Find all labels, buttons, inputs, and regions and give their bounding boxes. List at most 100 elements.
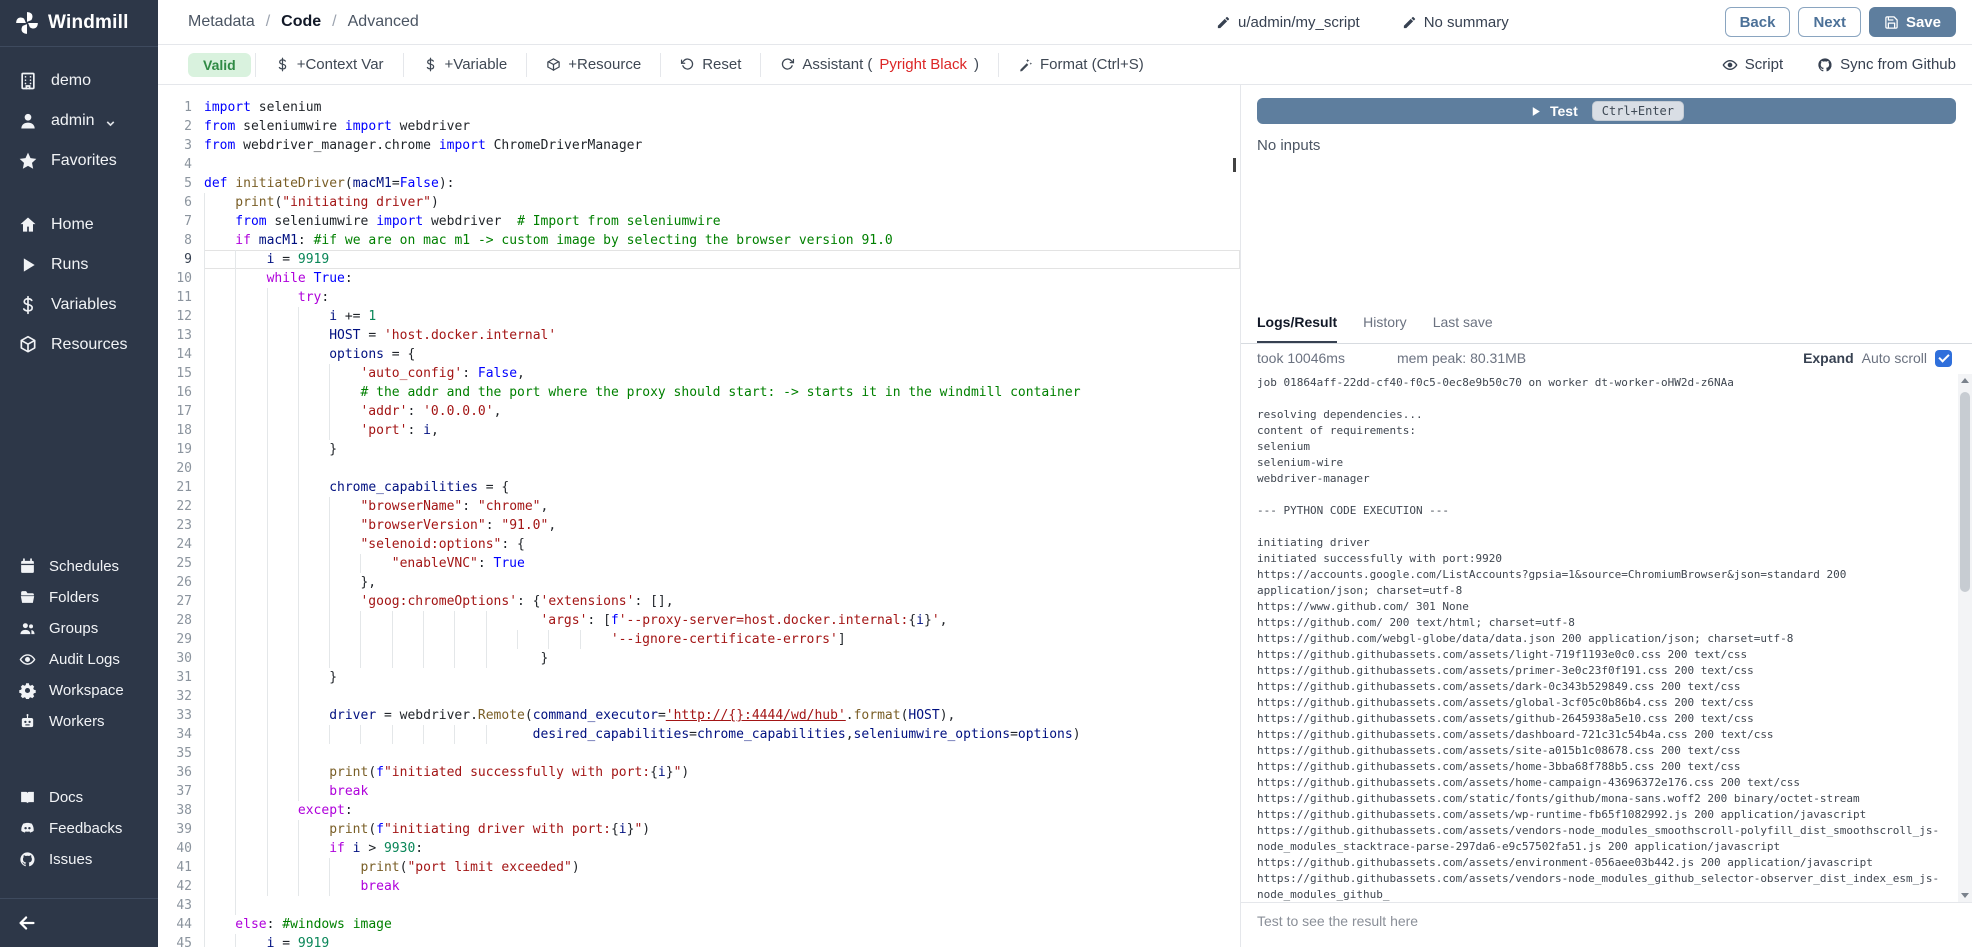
code-line[interactable]: 24"selenoid:options": { <box>158 535 1240 554</box>
code-line[interactable]: 5def initiateDriver(macM1=False): <box>158 174 1240 193</box>
code-line[interactable]: 22"browserName": "chrome", <box>158 497 1240 516</box>
log-line: https://github.githubassets.com/assets/h… <box>1257 775 1950 791</box>
sidebar-item-workspace[interactable]: Workspace <box>0 675 158 706</box>
toolbar-format-ctrl-s[interactable]: Format (Ctrl+S) <box>998 53 1163 77</box>
folder-icon <box>19 589 36 606</box>
code-line[interactable]: 44else: #windows image <box>158 915 1240 934</box>
toolbar-sync-from-github[interactable]: Sync from Github <box>1817 56 1956 73</box>
sidebar-item-schedules[interactable]: Schedules <box>0 551 158 582</box>
sidebar-item-variables[interactable]: Variables <box>0 285 158 325</box>
code-line[interactable]: 10while True: <box>158 269 1240 288</box>
toolbar-script[interactable]: Script <box>1722 56 1783 73</box>
tab-history[interactable]: History <box>1363 314 1407 343</box>
toolbar-resource[interactable]: +Resource <box>526 53 660 77</box>
code-line[interactable]: 12i += 1 <box>158 307 1240 326</box>
line-number: 9 <box>158 250 192 269</box>
tab-advanced[interactable]: Advanced <box>348 13 419 31</box>
line-number: 37 <box>158 782 192 801</box>
log-line: https://github.githubassets.com/assets/h… <box>1257 759 1950 775</box>
code-line[interactable]: 45i = 9919 <box>158 934 1240 947</box>
code-line[interactable]: 3from webdriver_manager.chrome import Ch… <box>158 136 1240 155</box>
windmill-home-link[interactable]: Windmill <box>0 0 158 47</box>
code-line[interactable]: 17'addr': '0.0.0.0', <box>158 402 1240 421</box>
code-line[interactable]: 28 'args': [f'--proxy-server=host.docker… <box>158 611 1240 630</box>
toolbar-reset[interactable]: Reset <box>660 53 760 77</box>
sidebar-item-favorites[interactable]: Favorites <box>0 141 158 181</box>
code-line[interactable]: 29'--ignore-certificate-errors'] <box>158 630 1240 649</box>
sidebar-item-resources[interactable]: Resources <box>0 325 158 365</box>
code-line[interactable]: 33driver = webdriver.Remote(command_exec… <box>158 706 1240 725</box>
code-line[interactable]: 14options = { <box>158 345 1240 364</box>
code-line[interactable]: 40if i > 9930: <box>158 839 1240 858</box>
sidebar-item-docs[interactable]: Docs <box>0 782 158 813</box>
code-line[interactable]: 23"browserVersion": "91.0", <box>158 516 1240 535</box>
code-line[interactable]: 21chrome_capabilities = { <box>158 478 1240 497</box>
app-title: Windmill <box>48 12 129 34</box>
toolbar-button-label: Reset <box>702 56 741 73</box>
tab-last-save[interactable]: Last save <box>1433 314 1493 343</box>
code-line[interactable]: 1import selenium <box>158 98 1240 117</box>
code-line[interactable]: 41print("port limit exceeded") <box>158 858 1240 877</box>
sidebar-item-runs[interactable]: Runs <box>0 245 158 285</box>
toolbar-context-var[interactable]: +Context Var <box>255 53 403 77</box>
tab-code[interactable]: Code <box>281 13 321 31</box>
scroll-down-arrow[interactable] <box>1958 888 1972 902</box>
toolbar-variable[interactable]: +Variable <box>403 53 527 77</box>
script-summary-button[interactable]: No summary <box>1402 14 1509 31</box>
sidebar-item-workers[interactable]: Workers <box>0 706 158 737</box>
back-button[interactable]: Back <box>1725 7 1791 37</box>
expand-button[interactable]: Expand <box>1803 350 1854 366</box>
code-line[interactable]: 34 desired_capabilities=chrome_capabilit… <box>158 725 1240 744</box>
code-line[interactable]: 15'auto_config': False, <box>158 364 1240 383</box>
test-shortcut: Ctrl+Enter <box>1592 101 1684 121</box>
sidebar-item-demo[interactable]: demo <box>0 61 158 101</box>
code-line[interactable]: 38except: <box>158 801 1240 820</box>
code-line[interactable]: 16# the addr and the port where the prox… <box>158 383 1240 402</box>
toolbar-assistant[interactable]: Assistant (Pyright Black) <box>760 53 998 77</box>
collapse-sidebar-button[interactable] <box>0 912 38 934</box>
code-line[interactable]: 18'port': i, <box>158 421 1240 440</box>
code-line[interactable]: 9i = 9919 <box>158 250 1240 269</box>
code-line[interactable]: 35 <box>158 744 1240 763</box>
code-line[interactable]: 43 <box>158 896 1240 915</box>
scrollbar-thumb[interactable] <box>1960 392 1970 592</box>
toolbar-button-label: Assistant ( <box>802 56 872 73</box>
next-button[interactable]: Next <box>1798 7 1861 37</box>
code-line[interactable]: 36print(f"initiated successfully with po… <box>158 763 1240 782</box>
code-line[interactable]: 13HOST = 'host.docker.internal' <box>158 326 1240 345</box>
code-line[interactable]: 8if macM1: #if we are on mac m1 -> custo… <box>158 231 1240 250</box>
code-line[interactable]: 42break <box>158 877 1240 896</box>
save-button[interactable]: Save <box>1869 7 1956 37</box>
code-line[interactable]: 26}, <box>158 573 1240 592</box>
autoscroll-checkbox[interactable] <box>1935 350 1952 367</box>
sidebar-item-admin[interactable]: admin <box>0 101 158 141</box>
sidebar-item-audit-logs[interactable]: Audit Logs <box>0 644 158 675</box>
code-line[interactable]: 6print("initiating driver") <box>158 193 1240 212</box>
tab-logs-result[interactable]: Logs/Result <box>1257 314 1337 343</box>
code-editor[interactable]: 1import selenium2from seleniumwire impor… <box>158 85 1240 947</box>
code-line[interactable]: 32 <box>158 687 1240 706</box>
sidebar-help-nav: DocsFeedbacksIssues <box>0 782 158 875</box>
code-line[interactable]: 37break <box>158 782 1240 801</box>
sidebar-item-feedbacks[interactable]: Feedbacks <box>0 813 158 844</box>
test-button[interactable]: Test Ctrl+Enter <box>1257 98 1956 124</box>
logs-scrollbar[interactable] <box>1958 374 1972 902</box>
code-line[interactable]: 25"enableVNC": True <box>158 554 1240 573</box>
sidebar-item-home[interactable]: Home <box>0 205 158 245</box>
tab-metadata[interactable]: Metadata <box>188 13 255 31</box>
sidebar-item-groups[interactable]: Groups <box>0 613 158 644</box>
script-path-button[interactable]: u/admin/my_script <box>1216 14 1360 31</box>
code-line[interactable]: 30 } <box>158 649 1240 668</box>
code-line[interactable]: 39print(f"initiating driver with port:{i… <box>158 820 1240 839</box>
code-line[interactable]: 7from seleniumwire import webdriver # Im… <box>158 212 1240 231</box>
code-line[interactable]: 27'goog:chromeOptions': {'extensions': [… <box>158 592 1240 611</box>
sidebar-item-issues[interactable]: Issues <box>0 844 158 875</box>
code-line[interactable]: 20 <box>158 459 1240 478</box>
sidebar-item-folders[interactable]: Folders <box>0 582 158 613</box>
scroll-up-arrow[interactable] <box>1958 374 1972 388</box>
code-line[interactable]: 19} <box>158 440 1240 459</box>
code-line[interactable]: 11try: <box>158 288 1240 307</box>
code-line[interactable]: 2from seleniumwire import webdriver <box>158 117 1240 136</box>
code-line[interactable]: 4 <box>158 155 1240 174</box>
code-line[interactable]: 31} <box>158 668 1240 687</box>
